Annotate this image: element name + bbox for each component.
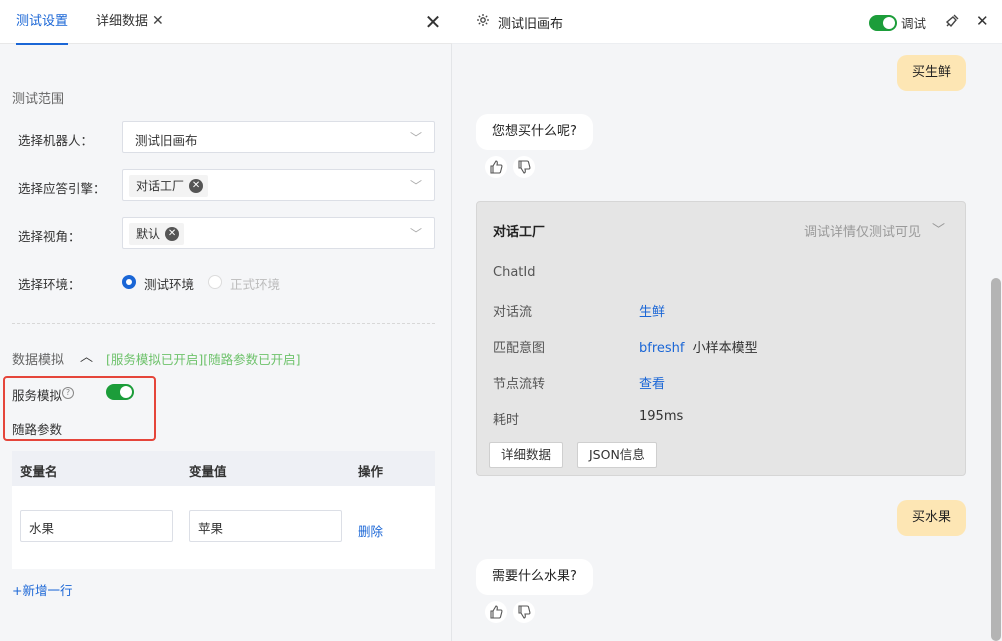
table-header: 变量名 变量值 操作: [12, 451, 435, 486]
detail-data-button[interactable]: 详细数据: [489, 442, 564, 468]
chevron-down-icon[interactable]: ﹀: [932, 219, 945, 238]
close-tab-icon[interactable]: ✕: [152, 13, 166, 29]
bot-message: 需要什么水果?: [476, 559, 593, 595]
remove-tag-icon[interactable]: ✕: [189, 179, 204, 193]
radio-dot: [208, 275, 222, 289]
env-label: 选择环境：: [18, 277, 81, 292]
radio-label: 测试环境: [144, 277, 195, 292]
engine-label: 选择应答引擎：: [18, 181, 106, 196]
collapse-chevron-up-icon[interactable]: ︿: [80, 346, 93, 365]
service-mock-toggle[interactable]: [106, 384, 134, 400]
header-action: 操作: [358, 464, 384, 479]
radio-label: 正式环境: [230, 277, 281, 292]
header-var-name: 变量名: [20, 464, 58, 479]
toggle-knob: [883, 17, 895, 29]
time-value: 195ms: [639, 409, 684, 424]
debug-toggle[interactable]: [869, 15, 897, 31]
chevron-down-icon: ﹀: [409, 179, 422, 193]
tab-label: 详细数据: [96, 14, 149, 29]
view-label: 选择视角：: [18, 229, 81, 244]
radio-dot: [122, 275, 136, 289]
node-flow-link[interactable]: 查看: [639, 373, 665, 392]
card-hint: 调试详情仅测试可见: [803, 225, 921, 240]
intent-value: bfreshf 小样本模型: [639, 337, 758, 356]
chat-header: 测试旧画布 调试 ✕: [452, 0, 1002, 44]
section-divider: [12, 323, 435, 324]
tab-test-settings[interactable]: 测试设置: [16, 0, 69, 45]
chatid-label: ChatId: [493, 265, 536, 280]
route-params-label: 随路参数: [12, 422, 63, 437]
delete-row-link[interactable]: 删除: [358, 521, 383, 540]
engine-tag: 对话工厂 ✕: [129, 175, 209, 197]
test-settings-panel: 测试设置 详细数据 ✕ ✕ 测试范围 选择机器人： 测试旧画布 ﹀ 选择应答引擎…: [0, 0, 452, 641]
thumbs-up-icon[interactable]: [485, 601, 507, 623]
bot-message: 您想买什么呢?: [476, 114, 593, 150]
thumbs-up-icon[interactable]: [485, 156, 507, 178]
header-var-value: 变量值: [189, 464, 227, 479]
engine-select[interactable]: 对话工厂 ✕ ﹀: [122, 169, 435, 201]
debug-detail-card: 对话工厂 调试详情仅测试可见 ﹀ ChatId 对话流 生鲜 匹配意图 bfre…: [476, 201, 966, 476]
robot-value: 测试旧画布: [135, 133, 198, 148]
node-flow-value: 查看: [639, 377, 666, 392]
var-name-input[interactable]: 水果: [20, 510, 173, 542]
data-mock-title: 数据模拟: [12, 353, 65, 368]
card-title: 对话工厂: [493, 225, 546, 240]
user-message: 买生鲜: [896, 55, 966, 91]
view-tag: 默认 ✕: [129, 223, 185, 245]
close-panel-icon[interactable]: ✕: [424, 12, 442, 32]
time-label: 耗时: [493, 413, 520, 428]
service-mock-label: 服务模拟: [12, 388, 63, 403]
user-message: 买水果: [896, 500, 966, 536]
add-row-button[interactable]: +新增一行: [12, 580, 72, 599]
settings-gear-icon[interactable]: [476, 13, 490, 27]
toggle-knob: [120, 386, 132, 398]
tab-detail-data[interactable]: 详细数据: [96, 0, 148, 44]
intent-label: 匹配意图: [493, 341, 546, 356]
flow-label: 对话流: [493, 305, 533, 320]
clear-broom-icon[interactable]: [944, 13, 960, 29]
close-chat-icon[interactable]: ✕: [976, 12, 989, 30]
debug-label: 调试: [901, 16, 927, 31]
scrollbar-thumb[interactable]: [991, 278, 1001, 641]
flow-value: 生鲜: [639, 305, 666, 320]
chevron-down-icon: ﹀: [409, 227, 422, 241]
intent-link[interactable]: bfreshf: [639, 341, 684, 356]
thumbs-down-icon[interactable]: [513, 601, 535, 623]
tab-bar: 测试设置 详细数据 ✕ ✕: [0, 0, 452, 45]
intent-model: 小样本模型: [692, 341, 758, 356]
robot-label: 选择机器人：: [18, 133, 94, 148]
tab-label: 测试设置: [16, 14, 69, 29]
data-mock-status: [服务模拟已开启][随路参数已开启]: [106, 352, 301, 367]
route-params-table: 变量名 变量值 操作 水果 苹果 删除: [12, 451, 435, 569]
flow-value-link[interactable]: 生鲜: [639, 301, 665, 320]
active-tab-indicator: [16, 43, 69, 45]
view-select[interactable]: 默认 ✕ ﹀: [122, 217, 435, 249]
remove-tag-icon[interactable]: ✕: [165, 227, 180, 241]
view-tag-label: 默认: [136, 227, 161, 241]
node-flow-label: 节点流转: [493, 377, 546, 392]
thumbs-down-icon[interactable]: [513, 156, 535, 178]
help-icon[interactable]: ?: [62, 387, 74, 399]
chat-debug-panel: 测试旧画布 调试 ✕ 买生鲜 您想买什么呢? 对话工厂 调试详情仅测试可见 ﹀ …: [452, 0, 1002, 641]
chevron-down-icon: ﹀: [409, 131, 422, 145]
json-info-button[interactable]: JSON信息: [577, 442, 657, 468]
chat-title: 测试旧画布: [498, 17, 564, 32]
robot-select[interactable]: 测试旧画布 ﹀: [122, 121, 435, 153]
engine-tag-label: 对话工厂: [136, 179, 185, 193]
var-value-input[interactable]: 苹果: [189, 510, 342, 542]
test-scope-title: 测试范围: [12, 92, 65, 107]
